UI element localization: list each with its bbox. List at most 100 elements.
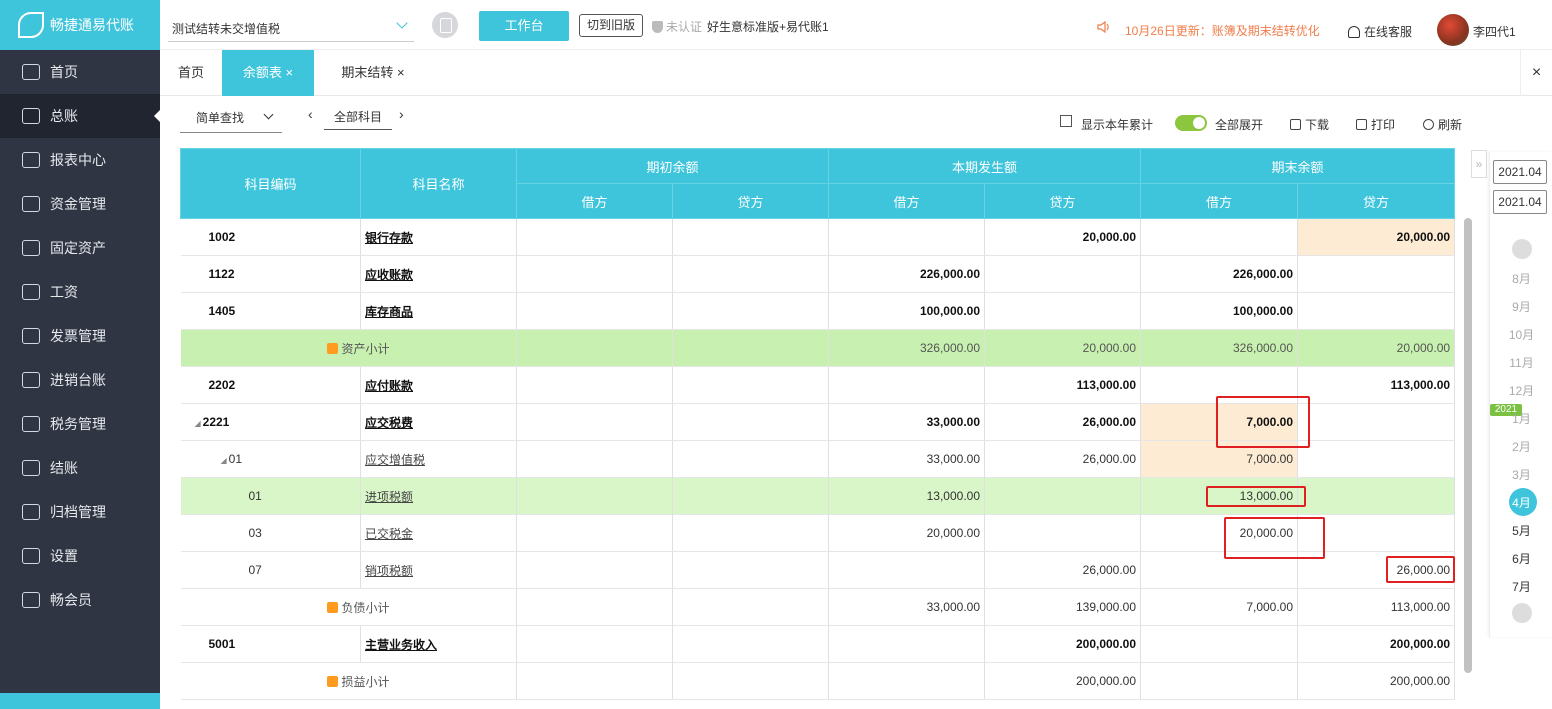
certification-status[interactable]: 未认证 [652,18,702,35]
account-name-link[interactable]: 已交税金 [360,514,517,552]
sidebar-item-inventory[interactable]: 进销台账 [0,358,160,402]
amount-cd [828,625,986,663]
sidebar-item-assets[interactable]: 固定资产 [0,226,160,270]
amount-cc: 20,000.00 [984,218,1142,256]
amount-ec [1297,255,1456,293]
sidebar-item-salary[interactable]: 工资 [0,270,160,314]
sidebar-item-home[interactable]: 首页 [0,50,160,94]
month-item[interactable]: 1月 [1490,410,1552,427]
switch-old-version-button[interactable]: 切到旧版 [579,14,644,37]
account-name-link[interactable]: 库存商品 [360,292,517,330]
amount-cd: 100,000.00 [828,292,986,330]
close-icon[interactable]: × [397,65,405,80]
amount-ed [1140,625,1299,663]
account-code: 07 [180,551,361,589]
account-name-link[interactable]: 应交税费 [360,403,517,441]
header-code: 科目编码 [180,148,361,219]
month-item[interactable]: 3月 [1490,466,1552,483]
chevron-left-icon[interactable]: ‹ [308,106,313,122]
sidebar-item-tax[interactable]: 税务管理 [0,402,160,446]
account-code: 2202 [180,366,361,404]
account-code: 01 [180,477,361,515]
refresh-button[interactable]: 刷新 [1423,116,1462,133]
month-item[interactable]: 11月 [1490,354,1552,371]
sidebar-item-settings[interactable]: 设置 [0,534,160,578]
table-scrollbar[interactable] [1464,218,1472,673]
month-item[interactable]: 6月 [1490,550,1552,567]
amount-ed [1140,218,1299,256]
amount-cd: 326,000.00 [828,329,986,367]
period-end-field[interactable]: 2021.04 [1493,190,1547,214]
account-code-text: 1002 [208,230,236,244]
query-mode-label: 简单查找 [196,111,245,125]
sidebar-item-funds[interactable]: 资金管理 [0,182,160,226]
chevron-down-icon[interactable] [1512,603,1532,623]
logo-icon [18,12,44,38]
tab-label: 期末结转 [341,65,394,80]
expand-triangle-icon[interactable]: ◢ [195,419,201,428]
collapse-period-panel-button[interactable]: » [1471,150,1487,178]
expand-all-label: 全部展开 [1215,118,1264,132]
calculator-icon[interactable] [432,12,458,38]
amount-oc [672,625,830,663]
expand-all-toggle[interactable] [1175,115,1207,131]
amount-oc [672,366,830,404]
account-name-link[interactable]: 应收账款 [360,255,517,293]
amount-oc [672,662,830,700]
tab-period-end[interactable]: 期末结转 × [328,50,418,96]
amount-ec: 200,000.00 [1297,662,1456,700]
account-name-link[interactable]: 主营业务收入 [360,625,517,663]
amount-ed: 100,000.00 [1140,292,1299,330]
amount-od [516,255,673,293]
month-item[interactable]: 8月 [1490,270,1552,287]
month-item[interactable]: 12月 [1490,382,1552,399]
sidebar-item-label: 总账 [50,108,78,124]
account-name-link[interactable]: 应付账款 [360,366,517,404]
period-start-field[interactable]: 2021.04 [1493,160,1547,184]
update-notice-link[interactable]: 10月26日更新：账簿及期末结转优化 [1125,22,1320,39]
account-name-link[interactable]: 银行存款 [360,218,517,256]
month-item[interactable]: 4月 [1490,494,1552,511]
avatar[interactable] [1437,14,1469,46]
month-item[interactable]: 7月 [1490,578,1552,595]
amount-od [516,366,673,404]
chevron-right-icon[interactable]: › [399,106,404,122]
sidebar-item-checkout[interactable]: 结账 [0,446,160,490]
online-service-link[interactable]: 在线客服 [1348,23,1412,40]
amount-oc [672,588,830,626]
close-all-tabs-button[interactable]: × [1520,50,1552,96]
expand-triangle-icon[interactable]: ◢ [221,456,227,465]
tab-home[interactable]: 首页 [160,50,222,96]
account-code-text: 1405 [208,304,236,318]
sidebar-item-label: 工资 [50,284,78,300]
query-mode-select[interactable]: 简单查找 [180,108,282,133]
print-button[interactable]: 打印 [1356,116,1395,133]
sidebar-item-reports[interactable]: 报表中心 [0,138,160,182]
company-select[interactable]: 测试结转未交增值税 [168,12,414,42]
username[interactable]: 李四代1 [1473,23,1516,40]
sidebar-item-vip[interactable]: 畅会员 [0,578,160,622]
account-name-link[interactable]: 进项税额 [360,477,517,515]
sidebar-item-archive[interactable]: 归档管理 [0,490,160,534]
close-icon[interactable]: × [286,65,294,80]
month-item[interactable]: 5月 [1490,522,1552,539]
workbench-button[interactable]: 工作台 [479,11,569,41]
amount-cd: 20,000.00 [828,514,986,552]
account-code: 1002 [180,218,361,256]
sidebar-item-ledger[interactable]: 总账 [0,94,160,138]
month-item[interactable]: 9月 [1490,298,1552,315]
subtotal-row: 损益小计 200,000.00 200,000.00 [180,662,1456,700]
sidebar-item-label: 固定资产 [50,240,106,256]
amount-cd: 33,000.00 [828,403,986,441]
plan-label: 好生意标准版+易代账1 [707,20,829,34]
download-button[interactable]: 下载 [1290,116,1329,133]
chevron-up-icon[interactable] [1512,239,1532,259]
account-name-link[interactable]: 销项税额 [360,551,517,589]
tab-balance-sheet[interactable]: 余额表 × [222,50,314,96]
show-year-total-checkbox[interactable] [1060,115,1072,127]
month-item[interactable]: 10月 [1490,326,1552,343]
sidebar-item-invoice[interactable]: 发票管理 [0,314,160,358]
subject-range-select[interactable]: 全部科目 [324,108,392,130]
account-name-link[interactable]: 应交增值税 [360,440,517,478]
month-item[interactable]: 2月 [1490,438,1552,455]
